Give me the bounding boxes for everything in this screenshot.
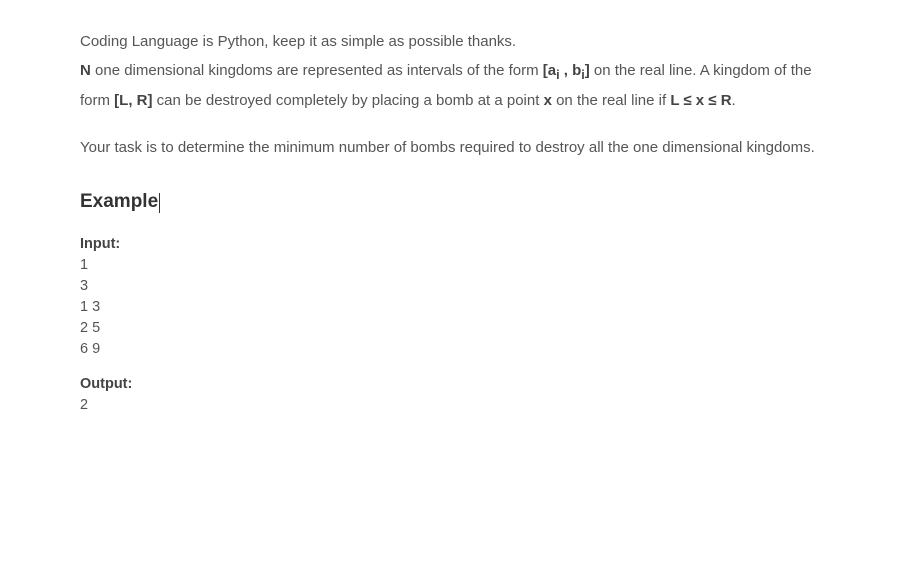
x-var: x [544,92,552,109]
task-description: Your task is to determine the minimum nu… [80,134,818,163]
input-line: 3 [80,276,818,297]
desc-part: can be destroyed completely by placing a… [153,92,544,109]
desc-part: one dimensional kingdoms are represented… [91,62,543,79]
output-block: Output: 2 [80,374,818,416]
input-line: 1 3 [80,297,818,318]
input-line: 1 [80,255,818,276]
intro-language-line: Coding Language is Python, keep it as si… [80,28,818,57]
n-bold: N [80,62,91,79]
interval-notation: [ai , bi] [543,62,590,79]
input-line: 6 9 [80,339,818,360]
problem-description: Coding Language is Python, keep it as si… [80,28,818,116]
output-label: Output: [80,374,818,395]
example-heading: Example [80,184,160,220]
condition: L ≤ x ≤ R [670,92,731,109]
desc-part: on the real line if [552,92,670,109]
lr-notation: [L, R] [114,92,152,109]
input-label: Input: [80,234,818,255]
example-section: Example Input: 1 3 1 3 2 5 6 9 Output: 2 [80,184,818,416]
period: . [732,92,736,109]
input-line: 2 5 [80,318,818,339]
text-cursor [159,193,160,213]
input-block: Input: 1 3 1 3 2 5 6 9 [80,234,818,360]
output-line: 2 [80,395,818,416]
desc-text: N one dimensional kingdoms are represent… [80,62,812,110]
